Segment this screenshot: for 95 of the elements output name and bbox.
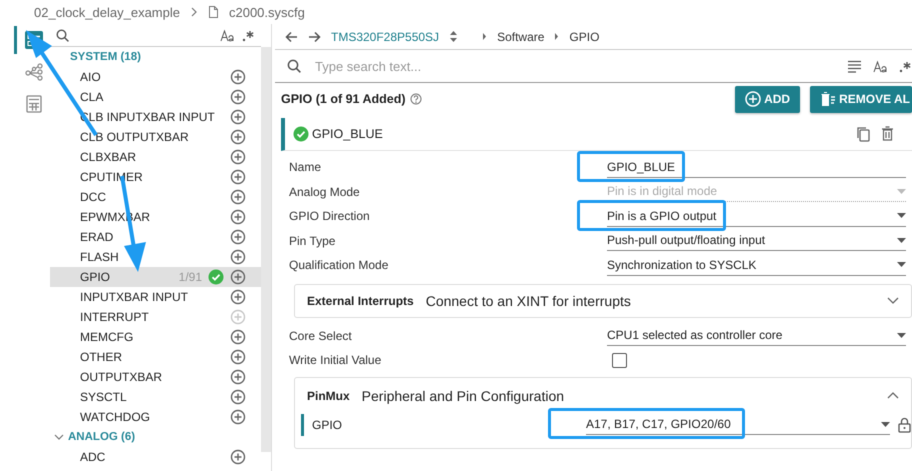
- calculator-icon: [24, 95, 42, 113]
- add-icon[interactable]: [230, 149, 246, 165]
- chevron-icon: [190, 7, 198, 17]
- add-icon[interactable]: [230, 69, 246, 85]
- module-item[interactable]: INPUTXBAR INPUT: [50, 287, 261, 307]
- add-icon[interactable]: [230, 289, 246, 305]
- add-icon[interactable]: [230, 409, 246, 425]
- module-item[interactable]: ERAD: [50, 227, 261, 247]
- add-icon[interactable]: [230, 109, 246, 125]
- dropdown-caret-icon: [897, 188, 906, 194]
- regex-icon[interactable]: [242, 28, 255, 42]
- module-item[interactable]: OUTPUTXBAR: [50, 367, 261, 387]
- tree-icon: [24, 63, 42, 81]
- add-icon: [745, 91, 762, 107]
- group-heading[interactable]: ANALOG (6): [68, 431, 136, 443]
- field-label: GPIO: [301, 414, 586, 436]
- add-icon[interactable]: [230, 229, 246, 245]
- back-icon[interactable]: [285, 30, 298, 42]
- dropdown-value[interactable]: Pin is a GPIO output: [607, 208, 716, 223]
- module-item[interactable]: AIO: [50, 67, 261, 87]
- module-item[interactable]: OTHER: [50, 347, 261, 367]
- remove-all-button[interactable]: REMOVE AL: [810, 86, 912, 112]
- checkbox[interactable]: [612, 352, 627, 368]
- regex-icon[interactable]: [899, 60, 912, 72]
- check-icon: [293, 126, 309, 142]
- section-title: GPIO (1 of 91 Added): [281, 92, 406, 106]
- dropdown-caret-icon[interactable]: [881, 422, 890, 426]
- caret-icon: [554, 32, 560, 41]
- module-item[interactable]: DCC: [50, 187, 261, 207]
- caret-icon: [482, 32, 488, 41]
- sort-icon[interactable]: [449, 30, 458, 43]
- dropdown-caret-icon[interactable]: [897, 332, 906, 338]
- dropdown-value[interactable]: CPU1 selected as controller core: [607, 328, 782, 342]
- group-heading[interactable]: SYSTEM (18): [70, 51, 141, 63]
- dropdown-value[interactable]: Synchronization to SYSCLK: [607, 258, 756, 272]
- add-icon[interactable]: [230, 169, 246, 185]
- module-item[interactable]: CPUTIMER: [50, 167, 261, 187]
- add-icon[interactable]: [230, 189, 246, 205]
- help-icon[interactable]: [410, 93, 422, 105]
- module-item[interactable]: CLBXBAR: [50, 147, 261, 167]
- match-case-icon[interactable]: [220, 28, 234, 42]
- copy-icon[interactable]: [856, 126, 871, 142]
- instance-row[interactable]: GPIO_BLUE: [281, 118, 912, 151]
- add-icon[interactable]: [230, 89, 246, 105]
- dropdown-value[interactable]: A17, B17, C17, GPIO20/60: [586, 417, 731, 431]
- breadcrumb-item[interactable]: GPIO: [569, 30, 600, 44]
- module-item[interactable]: WATCHDOG: [50, 407, 261, 427]
- scrollbar[interactable]: [261, 47, 271, 452]
- lock-icon[interactable]: [898, 416, 911, 432]
- section-header[interactable]: External Interrupts Connect to an XINT for interrupts: [294, 284, 912, 318]
- search-field[interactable]: Type search text...: [313, 58, 836, 74]
- dropdown-caret-icon[interactable]: [897, 213, 906, 218]
- module-item[interactable]: CLB OUTPUTXBAR: [50, 127, 261, 147]
- add-icon[interactable]: [230, 449, 246, 465]
- add-icon[interactable]: [230, 329, 246, 345]
- breadcrumb-item[interactable]: 02_clock_delay_example: [34, 4, 180, 20]
- add-icon[interactable]: [230, 349, 246, 365]
- dropdown-value: Pin is in digital mode: [607, 184, 718, 198]
- forward-icon[interactable]: [308, 30, 321, 42]
- text-input[interactable]: GPIO_BLUE: [607, 160, 676, 174]
- add-icon[interactable]: [230, 369, 246, 385]
- add-icon[interactable]: [230, 129, 246, 145]
- file-icon: [208, 6, 219, 18]
- field-label: Write Initial Value: [289, 353, 382, 368]
- device-selector[interactable]: TMS320F28P550SJ: [331, 30, 440, 44]
- add-button[interactable]: ADD: [735, 86, 800, 112]
- field-label: Qualification Mode: [289, 258, 390, 272]
- breadcrumb-item[interactable]: Software: [497, 30, 544, 44]
- module-item[interactable]: GPIO 1/91: [50, 267, 261, 287]
- search-icon: [287, 59, 301, 73]
- field-label: Analog Mode: [289, 184, 361, 199]
- module-item[interactable]: MEMCFG: [50, 327, 261, 347]
- chevron-icon[interactable]: [54, 433, 64, 441]
- add-icon[interactable]: [230, 389, 246, 405]
- field-label: Pin Type: [289, 234, 336, 248]
- trash-icon: [820, 91, 836, 107]
- add-icon[interactable]: [230, 269, 246, 285]
- section-header[interactable]: PinMux Peripheral and Pin Configuration: [295, 380, 911, 412]
- match-case-icon[interactable]: [873, 60, 887, 72]
- dropdown-caret-icon[interactable]: [897, 262, 906, 268]
- add-icon[interactable]: [230, 209, 246, 225]
- add-icon[interactable]: [230, 249, 246, 265]
- module-item[interactable]: CLA: [50, 87, 261, 107]
- dropdown-value[interactable]: Push-pull output/floating input: [607, 233, 766, 248]
- module-item[interactable]: SYSCTL: [50, 387, 261, 407]
- module-item[interactable]: ADC: [50, 447, 261, 467]
- search-icon: [56, 28, 69, 42]
- module-item[interactable]: FLASH: [50, 247, 261, 267]
- field-label: Name: [289, 160, 322, 174]
- dropdown-caret-icon[interactable]: [897, 238, 906, 243]
- trash-icon[interactable]: [881, 126, 894, 141]
- filter-lines-icon[interactable]: [848, 60, 861, 72]
- field-label: GPIO Direction: [289, 209, 371, 224]
- breadcrumb-item[interactable]: c2000.syscfg: [228, 4, 305, 20]
- field-label: Core Select: [289, 328, 353, 343]
